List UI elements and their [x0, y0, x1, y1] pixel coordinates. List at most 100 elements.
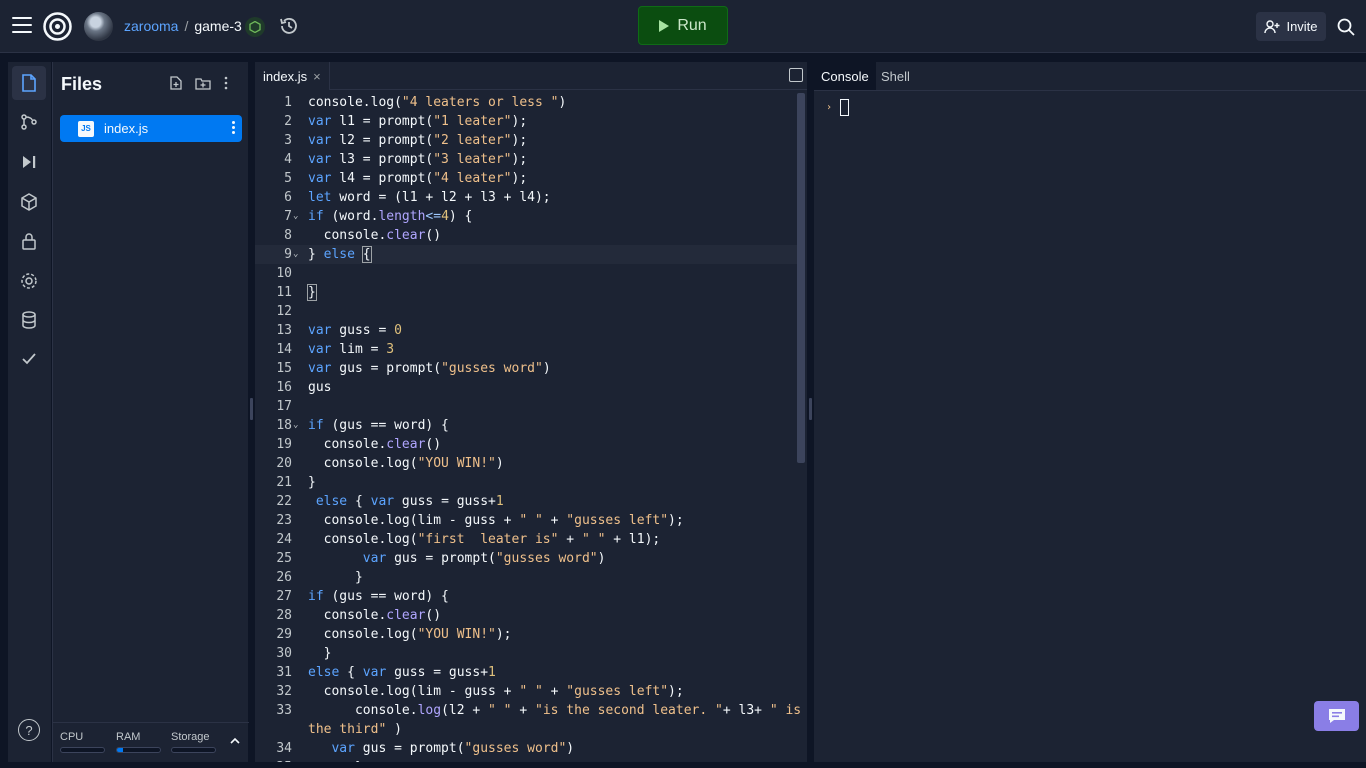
code-area[interactable]: 1 console.log("4 leaters or less ") 2 var l… — [255, 93, 807, 762]
run-label: Run — [677, 16, 707, 34]
more-options-icon[interactable] — [223, 76, 229, 90]
code-text: var lim = 3 — [308, 342, 395, 357]
repl-name[interactable]: game-3 — [194, 18, 241, 34]
fold-chevron-icon[interactable]: ⌄ — [293, 207, 298, 226]
fold-chevron-icon[interactable]: ⌄ — [293, 416, 298, 435]
code-line[interactable]: 12 — [255, 302, 797, 321]
files-resize-handle[interactable] — [250, 398, 253, 420]
database-tool-button[interactable] — [12, 303, 46, 337]
code-line[interactable]: 17 — [255, 397, 797, 416]
code-line[interactable]: 18 ⌄ if (gus == word) { — [255, 416, 797, 435]
new-file-icon[interactable] — [169, 76, 183, 90]
code-line[interactable]: 13 var guss = 0 — [255, 321, 797, 340]
username-link[interactable]: zarooma — [124, 18, 178, 34]
code-line[interactable]: 9 ⌄} else { — [255, 245, 797, 264]
line-number: 30 — [276, 646, 292, 661]
close-icon[interactable]: × — [313, 69, 321, 84]
menu-icon[interactable] — [12, 17, 32, 35]
chat-button[interactable] — [1314, 701, 1359, 731]
code-line[interactable]: 15 var gus = prompt("gusses word") — [255, 359, 797, 378]
check-icon — [22, 353, 36, 365]
file-item-index-js[interactable]: JS index.js — [60, 115, 242, 142]
replit-logo[interactable] — [43, 12, 72, 41]
code-line[interactable]: 20 console.log("YOU WIN!") — [255, 454, 797, 473]
code-text: console.log("4 leaters or less ") — [308, 95, 567, 110]
code-line[interactable]: 3 var l2 = prompt("2 leater"); — [255, 131, 797, 150]
code-line[interactable]: 31 else { var guss = guss+1 — [255, 663, 797, 682]
code-line[interactable]: 14 var lim = 3 — [255, 340, 797, 359]
code-line[interactable]: the third" ) — [255, 720, 797, 739]
code-text: var l1 = prompt("1 leater"); — [308, 114, 528, 129]
code-line[interactable]: 25 var gus = prompt("gusses word") — [255, 549, 797, 568]
tests-tool-button[interactable] — [12, 342, 46, 376]
editor-menu-icon[interactable] — [789, 68, 803, 82]
code-line[interactable]: 33 console.log(l2 + " " + "is the second… — [255, 701, 801, 720]
tab-shell[interactable]: Shell — [874, 62, 917, 90]
code-line[interactable]: 22 else { var guss = guss+1 — [255, 492, 797, 511]
editor-resize-handle[interactable] — [809, 398, 812, 420]
code-text: console.clear() — [308, 608, 442, 623]
files-tool-button[interactable] — [12, 66, 46, 100]
line-number: 13 — [276, 323, 292, 338]
code-text: var gus = prompt("gusses word") — [362, 551, 606, 566]
cpu-meter: CPU — [60, 731, 105, 753]
console-input-cursor[interactable] — [840, 99, 849, 116]
line-number: 5 — [284, 171, 292, 186]
cpu-label: CPU — [60, 731, 84, 743]
code-line[interactable]: 4 var l3 = prompt("3 leater"); — [255, 150, 797, 169]
line-number: 3 — [284, 133, 292, 148]
help-button[interactable]: ? — [18, 719, 40, 741]
code-line[interactable]: 29 console.log("YOU WIN!"); — [255, 625, 797, 644]
code-line[interactable]: 34 var gus = prompt("gusses word") — [255, 739, 797, 758]
storage-label: Storage — [171, 731, 210, 743]
secrets-tool-button[interactable] — [12, 224, 46, 258]
file-menu-icon[interactable] — [232, 121, 236, 136]
code-text: var guss = 0 — [308, 323, 402, 338]
code-line[interactable]: 16 gus — [255, 378, 797, 397]
history-icon[interactable] — [279, 16, 299, 36]
database-icon — [22, 311, 36, 329]
fold-chevron-icon[interactable]: ⌄ — [293, 245, 298, 264]
nodejs-icon[interactable] — [245, 17, 265, 37]
code-line[interactable]: 5 var l4 = prompt("4 leater"); — [255, 169, 797, 188]
line-number: 1 — [284, 95, 292, 110]
code-line[interactable]: 6 let word = (l1 + l2 + l3 + l4); — [255, 188, 797, 207]
code-line[interactable]: 27 if (gus == word) { — [255, 587, 797, 606]
code-line[interactable]: 19 console.clear() — [255, 435, 797, 454]
code-line[interactable]: 24 console.log("first leater is" + " " +… — [255, 530, 797, 549]
code-text: console.clear() — [308, 437, 442, 452]
code-line[interactable]: 28 console.clear() — [255, 606, 797, 625]
tab-console[interactable]: Console — [814, 62, 876, 90]
code-line[interactable]: 11} — [255, 283, 797, 302]
chat-icon — [1328, 709, 1345, 723]
resource-usage[interactable]: CPU RAM Storage — [53, 722, 249, 762]
avatar[interactable] — [84, 12, 113, 41]
top-bar: zarooma / game-3 Run Invite — [0, 0, 1366, 53]
code-line[interactable]: 21} — [255, 473, 797, 492]
code-text: console.log("YOU WIN!") — [308, 456, 504, 471]
line-number: 6 — [284, 190, 292, 205]
code-line[interactable]: 8 console.clear() — [255, 226, 797, 245]
run-button[interactable]: Run — [638, 6, 728, 45]
code-line[interactable]: 1 console.log("4 leaters or less ") — [255, 93, 797, 112]
package-icon — [21, 193, 37, 211]
code-line[interactable]: 30 } — [255, 644, 797, 663]
invite-button[interactable]: Invite — [1256, 12, 1326, 41]
chevron-up-icon[interactable] — [230, 737, 240, 745]
editor-scrollbar[interactable] — [797, 93, 805, 463]
debugger-tool-button[interactable] — [12, 145, 46, 179]
tab-index-js[interactable]: index.js × — [255, 62, 330, 90]
code-line[interactable]: 26 } — [255, 568, 797, 587]
settings-tool-button[interactable] — [12, 264, 46, 298]
code-line[interactable]: 23 console.log(lim - guss + " " + "gusse… — [255, 511, 797, 530]
new-folder-icon[interactable] — [195, 76, 211, 90]
code-line[interactable]: 10 — [255, 264, 797, 283]
git-tool-button[interactable] — [12, 105, 46, 139]
search-icon[interactable] — [1336, 17, 1356, 37]
code-line[interactable]: 7 ⌄ if (word.length<=4) { — [255, 207, 797, 226]
code-line[interactable]: 2 var l1 = prompt("1 leater"); — [255, 112, 797, 131]
packages-tool-button[interactable] — [12, 185, 46, 219]
code-line[interactable]: 35 } — [255, 758, 797, 762]
code-line[interactable]: 32 console.log(lim - guss + " " + "gusse… — [255, 682, 797, 701]
line-number: 4 — [284, 152, 292, 167]
